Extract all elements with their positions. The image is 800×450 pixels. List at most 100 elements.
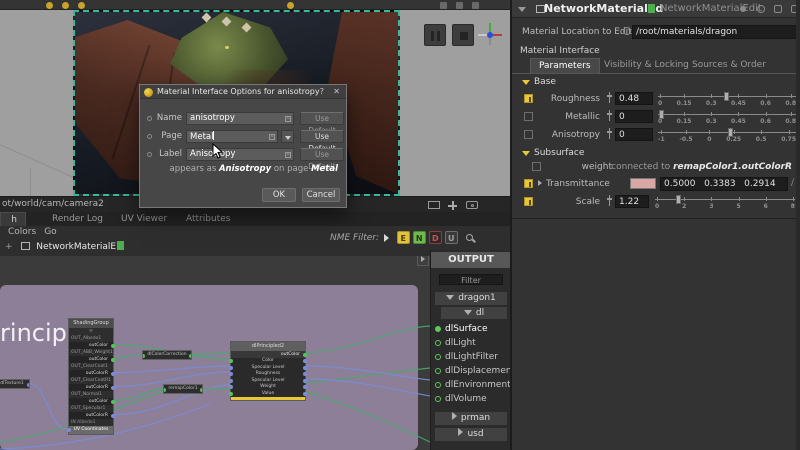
port-dot-icon[interactable] (27, 383, 30, 387)
scale-slider[interactable]: 023568 (655, 194, 795, 210)
anisotropy-slider[interactable]: -1-0.500.250.50.75 (658, 127, 796, 143)
label-input[interactable]: Anisotropy✕ (186, 148, 294, 161)
tab-visibility-locking[interactable]: Visibility & Locking (596, 58, 697, 73)
color-swatch[interactable] (630, 178, 656, 189)
menu-item[interactable]: Go (44, 227, 56, 237)
toolbar-icon[interactable] (78, 2, 85, 9)
use-default-button[interactable]: Use Default (300, 112, 344, 125)
port-dot-icon[interactable] (435, 354, 441, 360)
slider-handle[interactable] (724, 92, 729, 101)
shading-group-node[interactable]: ShadingGroup ≡ OUT_Albedo1 outColor OUT_… (68, 318, 114, 435)
output-group-usd[interactable]: usd (435, 428, 507, 441)
node-name[interactable]: NetworkMaterialEd (544, 2, 663, 15)
monitor-icon[interactable] (428, 201, 440, 209)
clear-icon[interactable]: ✕ (285, 116, 291, 122)
node-output-port-group[interactable]: OUT_Albedo1 outColor (69, 335, 113, 349)
output-group-dl[interactable]: dl (441, 307, 507, 319)
node-output-port-group[interactable]: OUT_Specular1 outColorR (69, 405, 113, 419)
use-default-button[interactable]: Use Default (300, 130, 344, 143)
roughness-value-input[interactable]: 0.48 (615, 92, 653, 105)
roughness-slider[interactable]: 00.150.30.450.60.8 (658, 91, 796, 107)
port-dot-icon[interactable] (200, 388, 203, 392)
clear-icon[interactable]: ✕ (269, 134, 275, 140)
local-value-badge[interactable] (524, 94, 533, 103)
slider-handle[interactable] (728, 128, 733, 137)
node-output-port-group[interactable]: OUT_ClearCoat1 outColorR (69, 363, 113, 377)
camera-icon[interactable] (466, 201, 478, 209)
tab-attributes[interactable]: Attributes (178, 212, 238, 226)
port-dot-icon[interactable] (111, 386, 115, 390)
port-dot-icon[interactable] (435, 340, 441, 346)
local-value-badge[interactable] (524, 179, 533, 188)
tab-uv-viewer[interactable]: UV Viewer (113, 212, 175, 226)
toolbar-icon[interactable] (287, 2, 294, 9)
output-terminal[interactable]: dlLight (435, 336, 511, 350)
state-dot-icon[interactable] (147, 116, 152, 121)
output-expand-button[interactable] (417, 256, 429, 266)
expand-param-icon[interactable] (538, 180, 542, 186)
material-interface-options-dialog[interactable]: Material Interface Options for anisotrop… (139, 84, 347, 208)
slider-handle[interactable] (659, 110, 664, 119)
output-group-prman[interactable]: prman (435, 412, 507, 425)
scale-value-input[interactable]: 1.22 (615, 195, 649, 208)
port-dot-icon[interactable] (111, 358, 115, 362)
port-dot-icon[interactable] (435, 382, 441, 388)
port-dot-icon[interactable] (111, 372, 115, 376)
toolbar-icon[interactable] (46, 2, 53, 9)
ok-button[interactable]: OK (262, 188, 296, 202)
nme-filter-button[interactable]: N (413, 231, 426, 244)
texture-node[interactable]: dlTexture1 (0, 379, 30, 389)
help-button[interactable]: ? (320, 85, 324, 99)
menu-item[interactable]: Colors (8, 227, 36, 237)
local-value-badge[interactable] (524, 112, 533, 121)
output-filter-input[interactable]: Filter (439, 274, 503, 285)
slash-icon[interactable]: ∕ (791, 178, 794, 188)
uv-coordinates-row[interactable]: UV Coordinates (69, 426, 113, 434)
port-dot-icon[interactable] (435, 368, 441, 374)
pan-icon[interactable] (448, 201, 457, 210)
nme-filter-button[interactable]: D (429, 231, 442, 244)
pin-icon[interactable] (740, 6, 746, 12)
port-dot-icon[interactable] (303, 353, 307, 357)
local-value-badge[interactable] (532, 162, 541, 171)
dialog-titlebar[interactable]: Material Interface Options for anisotrop… (140, 85, 346, 99)
scrollbar[interactable] (796, 0, 800, 450)
breadcrumb[interactable]: NetworkMaterialE (36, 242, 116, 252)
toolbar-icon[interactable] (440, 2, 447, 9)
clear-icon[interactable]: ✕ (285, 152, 291, 158)
breadcrumb-prefix[interactable]: + (5, 242, 13, 252)
page-dropdown-button[interactable] (281, 130, 294, 143)
gear-icon[interactable] (757, 5, 765, 13)
state-dot-icon[interactable] (147, 152, 152, 157)
metallic-slider[interactable]: 00.150.30.450.60.8 (658, 109, 796, 125)
metallic-value-input[interactable]: 0 (615, 110, 653, 123)
anisotropy-value-input[interactable]: 0 (615, 128, 653, 141)
stepper-icon[interactable] (607, 110, 612, 121)
close-button[interactable]: ✕ (333, 85, 340, 99)
node-title[interactable]: ShadingGroup (69, 319, 113, 328)
output-terminal[interactable]: dlLightFilter (435, 350, 511, 364)
material-location-input[interactable]: /root/materials/dragon (632, 25, 798, 39)
toolbar-icon[interactable] (456, 2, 463, 9)
toolbar-icon[interactable] (472, 2, 479, 9)
transmittance-value-input[interactable]: 0.5000 0.3383 0.2914 (660, 177, 788, 191)
local-value-badge[interactable] (524, 197, 533, 206)
group-expander-base[interactable] (522, 80, 530, 85)
port-dot-icon[interactable] (67, 428, 71, 432)
name-input[interactable]: anisotropy✕ (186, 112, 294, 125)
port-dot-icon[interactable] (163, 388, 166, 392)
page-input[interactable]: Metal✕ (186, 130, 278, 143)
color-correction-node[interactable]: dlColorCorrection (142, 350, 192, 360)
node-output-port-group[interactable]: OUT_Normal1 outColor (69, 391, 113, 405)
stepper-icon[interactable] (607, 92, 612, 103)
toolbar-icon[interactable] (62, 2, 69, 9)
group-expander-subsurface[interactable] (522, 151, 530, 156)
port-dot-icon[interactable] (435, 326, 441, 332)
tab-render-log[interactable]: Render Log (44, 212, 111, 226)
collapse-icon[interactable] (518, 7, 526, 12)
output-group-dragon1[interactable]: dragon1 (435, 292, 507, 305)
output-terminal[interactable]: dlEnvironment (435, 378, 511, 392)
port-dot-icon[interactable] (111, 344, 115, 348)
tab-node-graph[interactable]: h (0, 212, 26, 226)
node-param-row[interactable]: Value (231, 391, 305, 398)
